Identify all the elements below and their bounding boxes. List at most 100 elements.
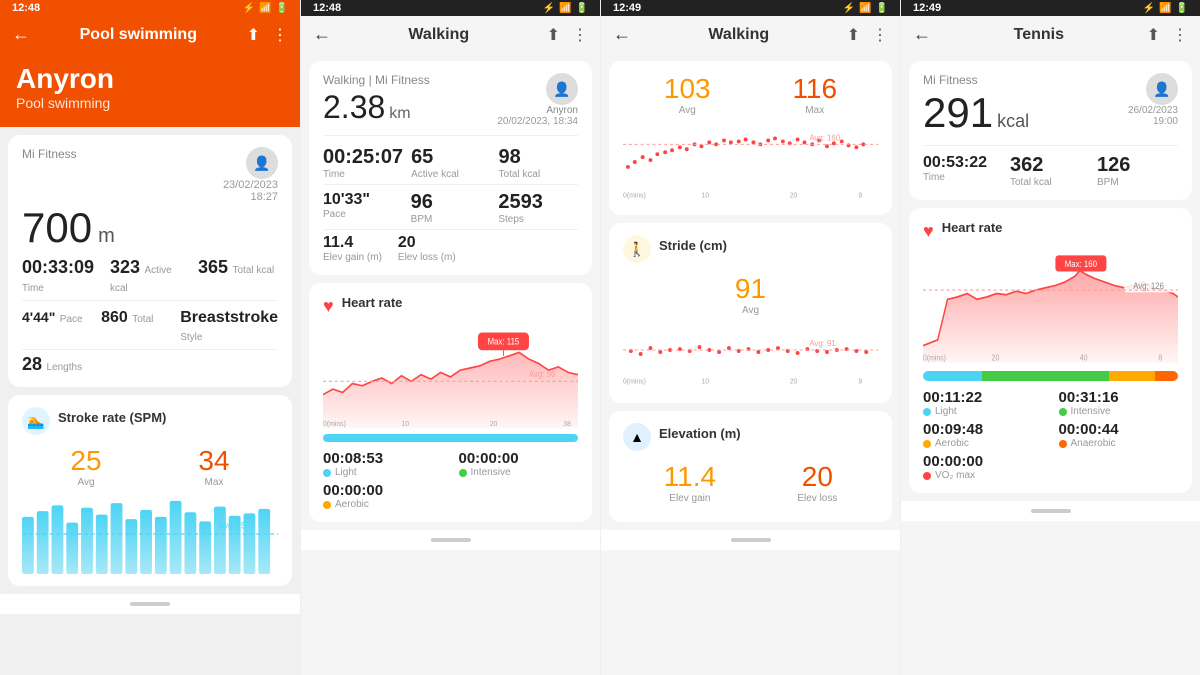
time-1: 18:27 bbox=[250, 191, 278, 203]
zone-light-seg bbox=[923, 371, 982, 381]
hr-scatter-svg: Avg: 160 0(mins) 10 20 9 bbox=[623, 122, 878, 202]
panel3-title: Walking bbox=[708, 26, 769, 44]
t-time-label: Time bbox=[923, 172, 1004, 183]
w-total-kcal: 98 Total kcal bbox=[499, 146, 578, 180]
zone-light-4: 00:11:22 Light bbox=[923, 389, 1043, 417]
main-value-1: 700 bbox=[22, 207, 92, 249]
light-dot-2 bbox=[323, 469, 331, 477]
panel3-header: ← Walking ⬆ ⋮ bbox=[601, 16, 900, 53]
time-label-1: Time bbox=[22, 283, 44, 294]
panel1-hero: Anyron Pool swimming bbox=[0, 53, 300, 127]
signal-icon: 📶 bbox=[259, 3, 271, 14]
svg-text:10: 10 bbox=[701, 192, 709, 199]
stat-lengths-1: 28 Lengths bbox=[22, 354, 278, 375]
bottom-bar-1 bbox=[0, 594, 300, 614]
svg-text:Avg: 126: Avg: 126 bbox=[1133, 280, 1164, 291]
back-button-2[interactable]: ← bbox=[313, 24, 331, 45]
style-label-1: Style bbox=[180, 332, 202, 343]
elev-loss-label: Elev loss bbox=[797, 493, 837, 504]
p3-avg: 103 Avg bbox=[664, 73, 711, 116]
w-time-label: Time bbox=[323, 169, 403, 180]
elev-loss-value: 20 bbox=[797, 461, 837, 493]
tennis-stats: 00:53:22 Time 362 Total kcal 126 BPM bbox=[923, 154, 1178, 188]
heart-rate-card-2: ♥ Heart rate Max: 115 bbox=[309, 283, 592, 522]
more-button-4[interactable]: ⋮ bbox=[1172, 25, 1188, 45]
style-value-1: Breaststroke bbox=[180, 309, 278, 326]
zone-light-label-2: Light bbox=[323, 467, 443, 478]
svg-text:Max: 115: Max: 115 bbox=[488, 336, 520, 347]
heart-icon-4: ♥ bbox=[923, 221, 934, 242]
battery-icon: 🔋 bbox=[276, 3, 288, 14]
back-button-3[interactable]: ← bbox=[613, 24, 631, 45]
svg-text:20: 20 bbox=[790, 378, 798, 385]
stroke-chart-svg: Avg: 25 bbox=[22, 494, 278, 574]
status-bar-2: 12:48 ⚡ 📶 🔋 bbox=[301, 0, 600, 16]
hr-chart-4: Max: 160 Avg: 126 0(mins) 20 40 8 bbox=[923, 253, 1178, 363]
panel1-header: ← Pool swimming ⬆ ⋮ bbox=[0, 16, 300, 53]
signal-icon-2: 📶 bbox=[559, 3, 571, 14]
bluetooth-icon: ⚡ bbox=[243, 3, 255, 14]
w-elev-loss: 20 Elev loss (m) bbox=[398, 234, 456, 263]
provider-2: Walking | Mi Fitness bbox=[323, 73, 430, 87]
share-button-4[interactable]: ⬆ bbox=[1147, 25, 1160, 45]
zone-anaerobic-label-4: Anaerobic bbox=[1059, 438, 1179, 449]
stride-avg: 91 Avg bbox=[623, 273, 878, 316]
hr-title-4: Heart rate bbox=[942, 220, 1003, 235]
more-button-3[interactable]: ⋮ bbox=[872, 25, 888, 45]
bottom-bar-3 bbox=[601, 530, 900, 550]
walking-unit: km bbox=[389, 105, 410, 123]
intensive-dot-2 bbox=[459, 469, 467, 477]
stroke-rate-header: 🏊 Stroke rate (SPM) bbox=[22, 407, 278, 435]
heart-icon-2: ♥ bbox=[323, 296, 334, 317]
w-bpm-label: BPM bbox=[411, 214, 491, 225]
zone-intensive-4: 00:31:16 Intensive bbox=[1059, 389, 1179, 417]
elevation-values: 11.4 Elev gain 20 Elev loss bbox=[623, 461, 878, 504]
zone-vo2-4: 00:00:00 VO₂ max bbox=[923, 453, 1043, 481]
svg-text:9: 9 bbox=[858, 192, 862, 199]
svg-text:0(mins): 0(mins) bbox=[623, 192, 646, 199]
t-total-kcal: 362 Total kcal bbox=[1010, 154, 1091, 188]
main-stats-card-1: Mi Fitness 👤 23/02/2023 18:27 700 m 00:3… bbox=[8, 135, 292, 387]
w-bpm-val: 96 bbox=[411, 191, 491, 214]
panel2-header-icons: ⬆ ⋮ bbox=[547, 25, 588, 45]
panel4-scroll: Mi Fitness 291 kcal 👤 26/02/2023 19:00 0… bbox=[901, 53, 1200, 675]
w-time: 00:25:07 Time bbox=[323, 146, 403, 180]
hr-scatter-chart: Avg: 160 0(mins) 10 20 9 bbox=[623, 122, 878, 207]
w-pace-label: Pace bbox=[323, 209, 403, 220]
status-time-1: 12:48 bbox=[12, 2, 40, 14]
panel1-title: Pool swimming bbox=[80, 26, 197, 44]
p3-avg-label: Avg bbox=[664, 105, 711, 116]
zone-times-4: 00:11:22 Light 00:31:16 Intensive 00:09:… bbox=[923, 389, 1178, 481]
back-button-1[interactable]: ← bbox=[12, 24, 30, 45]
battery-icon-4: 🔋 bbox=[1176, 3, 1188, 14]
avatar-4: 👤 bbox=[1146, 73, 1178, 105]
stride-title: Stride (cm) bbox=[659, 238, 727, 253]
share-button-3[interactable]: ⬆ bbox=[847, 25, 860, 45]
bottom-indicator-2 bbox=[431, 538, 471, 542]
svg-text:10: 10 bbox=[701, 378, 709, 385]
share-button-1[interactable]: ⬆ bbox=[247, 25, 260, 45]
w-active-kcal-label: Active kcal bbox=[411, 169, 490, 180]
lengths-label-1: Lengths bbox=[46, 362, 82, 373]
zone-bar-2 bbox=[323, 434, 578, 442]
panel1-scroll: Mi Fitness 👤 23/02/2023 18:27 700 m 00:3… bbox=[0, 127, 300, 675]
p3-avg-max: 103 Avg 116 Max bbox=[623, 73, 878, 116]
total-label-1: Total bbox=[132, 314, 153, 325]
total-value-1: 860 bbox=[101, 309, 128, 326]
panel2-header: ← Walking ⬆ ⋮ bbox=[301, 16, 600, 53]
stride-card: 🚶 Stride (cm) 91 Avg bbox=[609, 223, 892, 403]
elevation-title: Elevation (m) bbox=[659, 426, 741, 441]
stat-style-1: Breaststroke Style bbox=[180, 309, 278, 345]
more-button-2[interactable]: ⋮ bbox=[572, 25, 588, 45]
zone-aerobic-label-2: Aerobic bbox=[323, 499, 443, 510]
pace-value-1: 4'44" bbox=[22, 309, 55, 325]
back-button-4[interactable]: ← bbox=[913, 24, 931, 45]
more-button-1[interactable]: ⋮ bbox=[272, 25, 288, 45]
panel4-title: Tennis bbox=[1014, 26, 1064, 44]
panel1-header-icons: ⬆ ⋮ bbox=[247, 25, 288, 45]
heart-rate-card-4: ♥ Heart rate Max: 160 bbox=[909, 208, 1192, 493]
status-bar-4: 12:49 ⚡ 📶 🔋 bbox=[901, 0, 1200, 16]
elev-gain-label: Elev gain bbox=[664, 493, 716, 504]
share-button-2[interactable]: ⬆ bbox=[547, 25, 560, 45]
zone-anaerobic-4: 00:00:44 Anaerobic bbox=[1059, 421, 1179, 449]
